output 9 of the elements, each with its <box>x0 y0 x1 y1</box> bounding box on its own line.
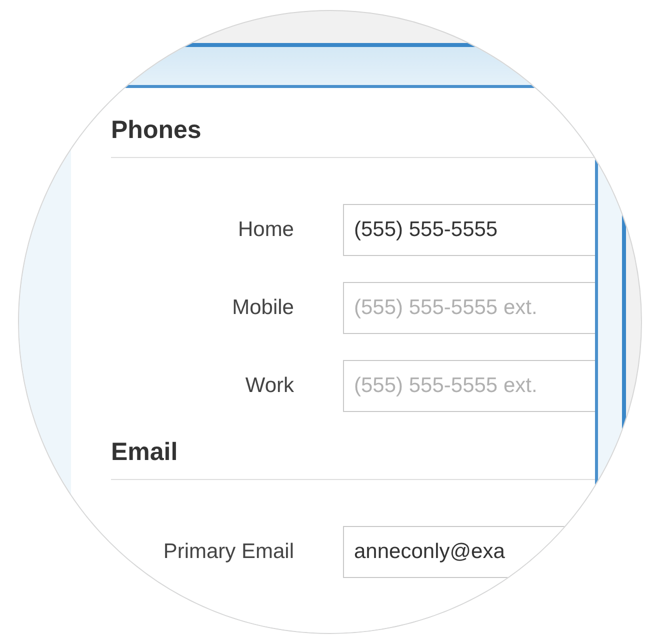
field-label: Primary Email <box>162 540 294 564</box>
section-heading: Phones <box>111 116 595 158</box>
field-label: Mobile <box>231 296 294 320</box>
text-field[interactable]: (555) 555-5555 ext. <box>343 360 595 412</box>
text-field[interactable]: (555) 555-5555 ext. <box>343 282 595 334</box>
section-heading: Email <box>111 438 595 480</box>
field-label: Work <box>244 374 294 398</box>
text-field[interactable]: (555) 555-5555 <box>343 204 595 256</box>
field-label: Home <box>236 218 294 242</box>
